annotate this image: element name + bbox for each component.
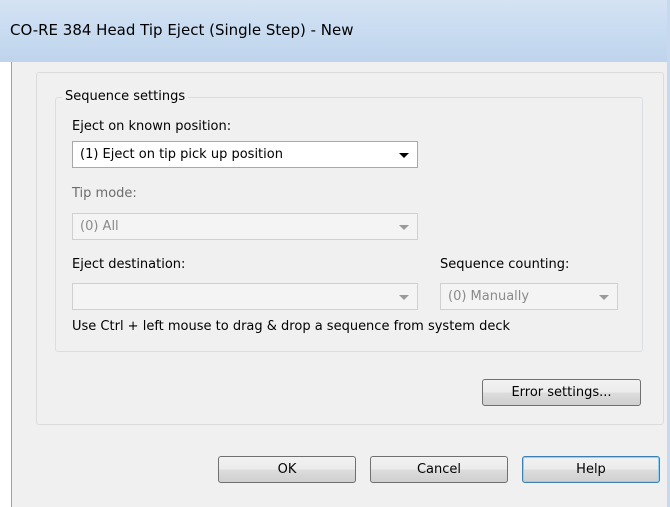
chevron-down-icon [399, 153, 409, 158]
eject-position-label: Eject on known position: [72, 119, 232, 134]
title-bar: CO-RE 384 Head Tip Eject (Single Step) -… [0, 0, 670, 62]
drag-drop-hint: Use Ctrl + left mouse to drag & drop a s… [72, 319, 511, 334]
sequence-counting-label: Sequence counting: [440, 257, 570, 272]
ok-button[interactable]: OK [218, 456, 356, 483]
eject-position-dropdown[interactable]: (1) Eject on tip pick up position [72, 141, 418, 168]
sequence-settings-caption: Sequence settings [62, 89, 189, 104]
chevron-down-icon [399, 225, 409, 230]
error-settings-button[interactable]: Error settings... [482, 379, 641, 406]
cancel-button[interactable]: Cancel [370, 456, 508, 483]
eject-destination-dropdown[interactable] [72, 283, 418, 310]
help-button[interactable]: Help [522, 456, 660, 483]
eject-destination-label: Eject destination: [72, 257, 186, 272]
sequence-counting-value: (0) Manually [448, 289, 530, 304]
sequence-counting-dropdown[interactable]: (0) Manually [440, 283, 618, 310]
tip-mode-dropdown[interactable]: (0) All [72, 213, 418, 240]
eject-position-value: (1) Eject on tip pick up position [80, 147, 283, 162]
window-title: CO-RE 384 Head Tip Eject (Single Step) -… [10, 21, 354, 39]
chevron-down-icon [599, 295, 609, 300]
tip-mode-value: (0) All [80, 219, 119, 234]
chevron-down-icon [399, 295, 409, 300]
tip-mode-label: Tip mode: [72, 186, 137, 201]
